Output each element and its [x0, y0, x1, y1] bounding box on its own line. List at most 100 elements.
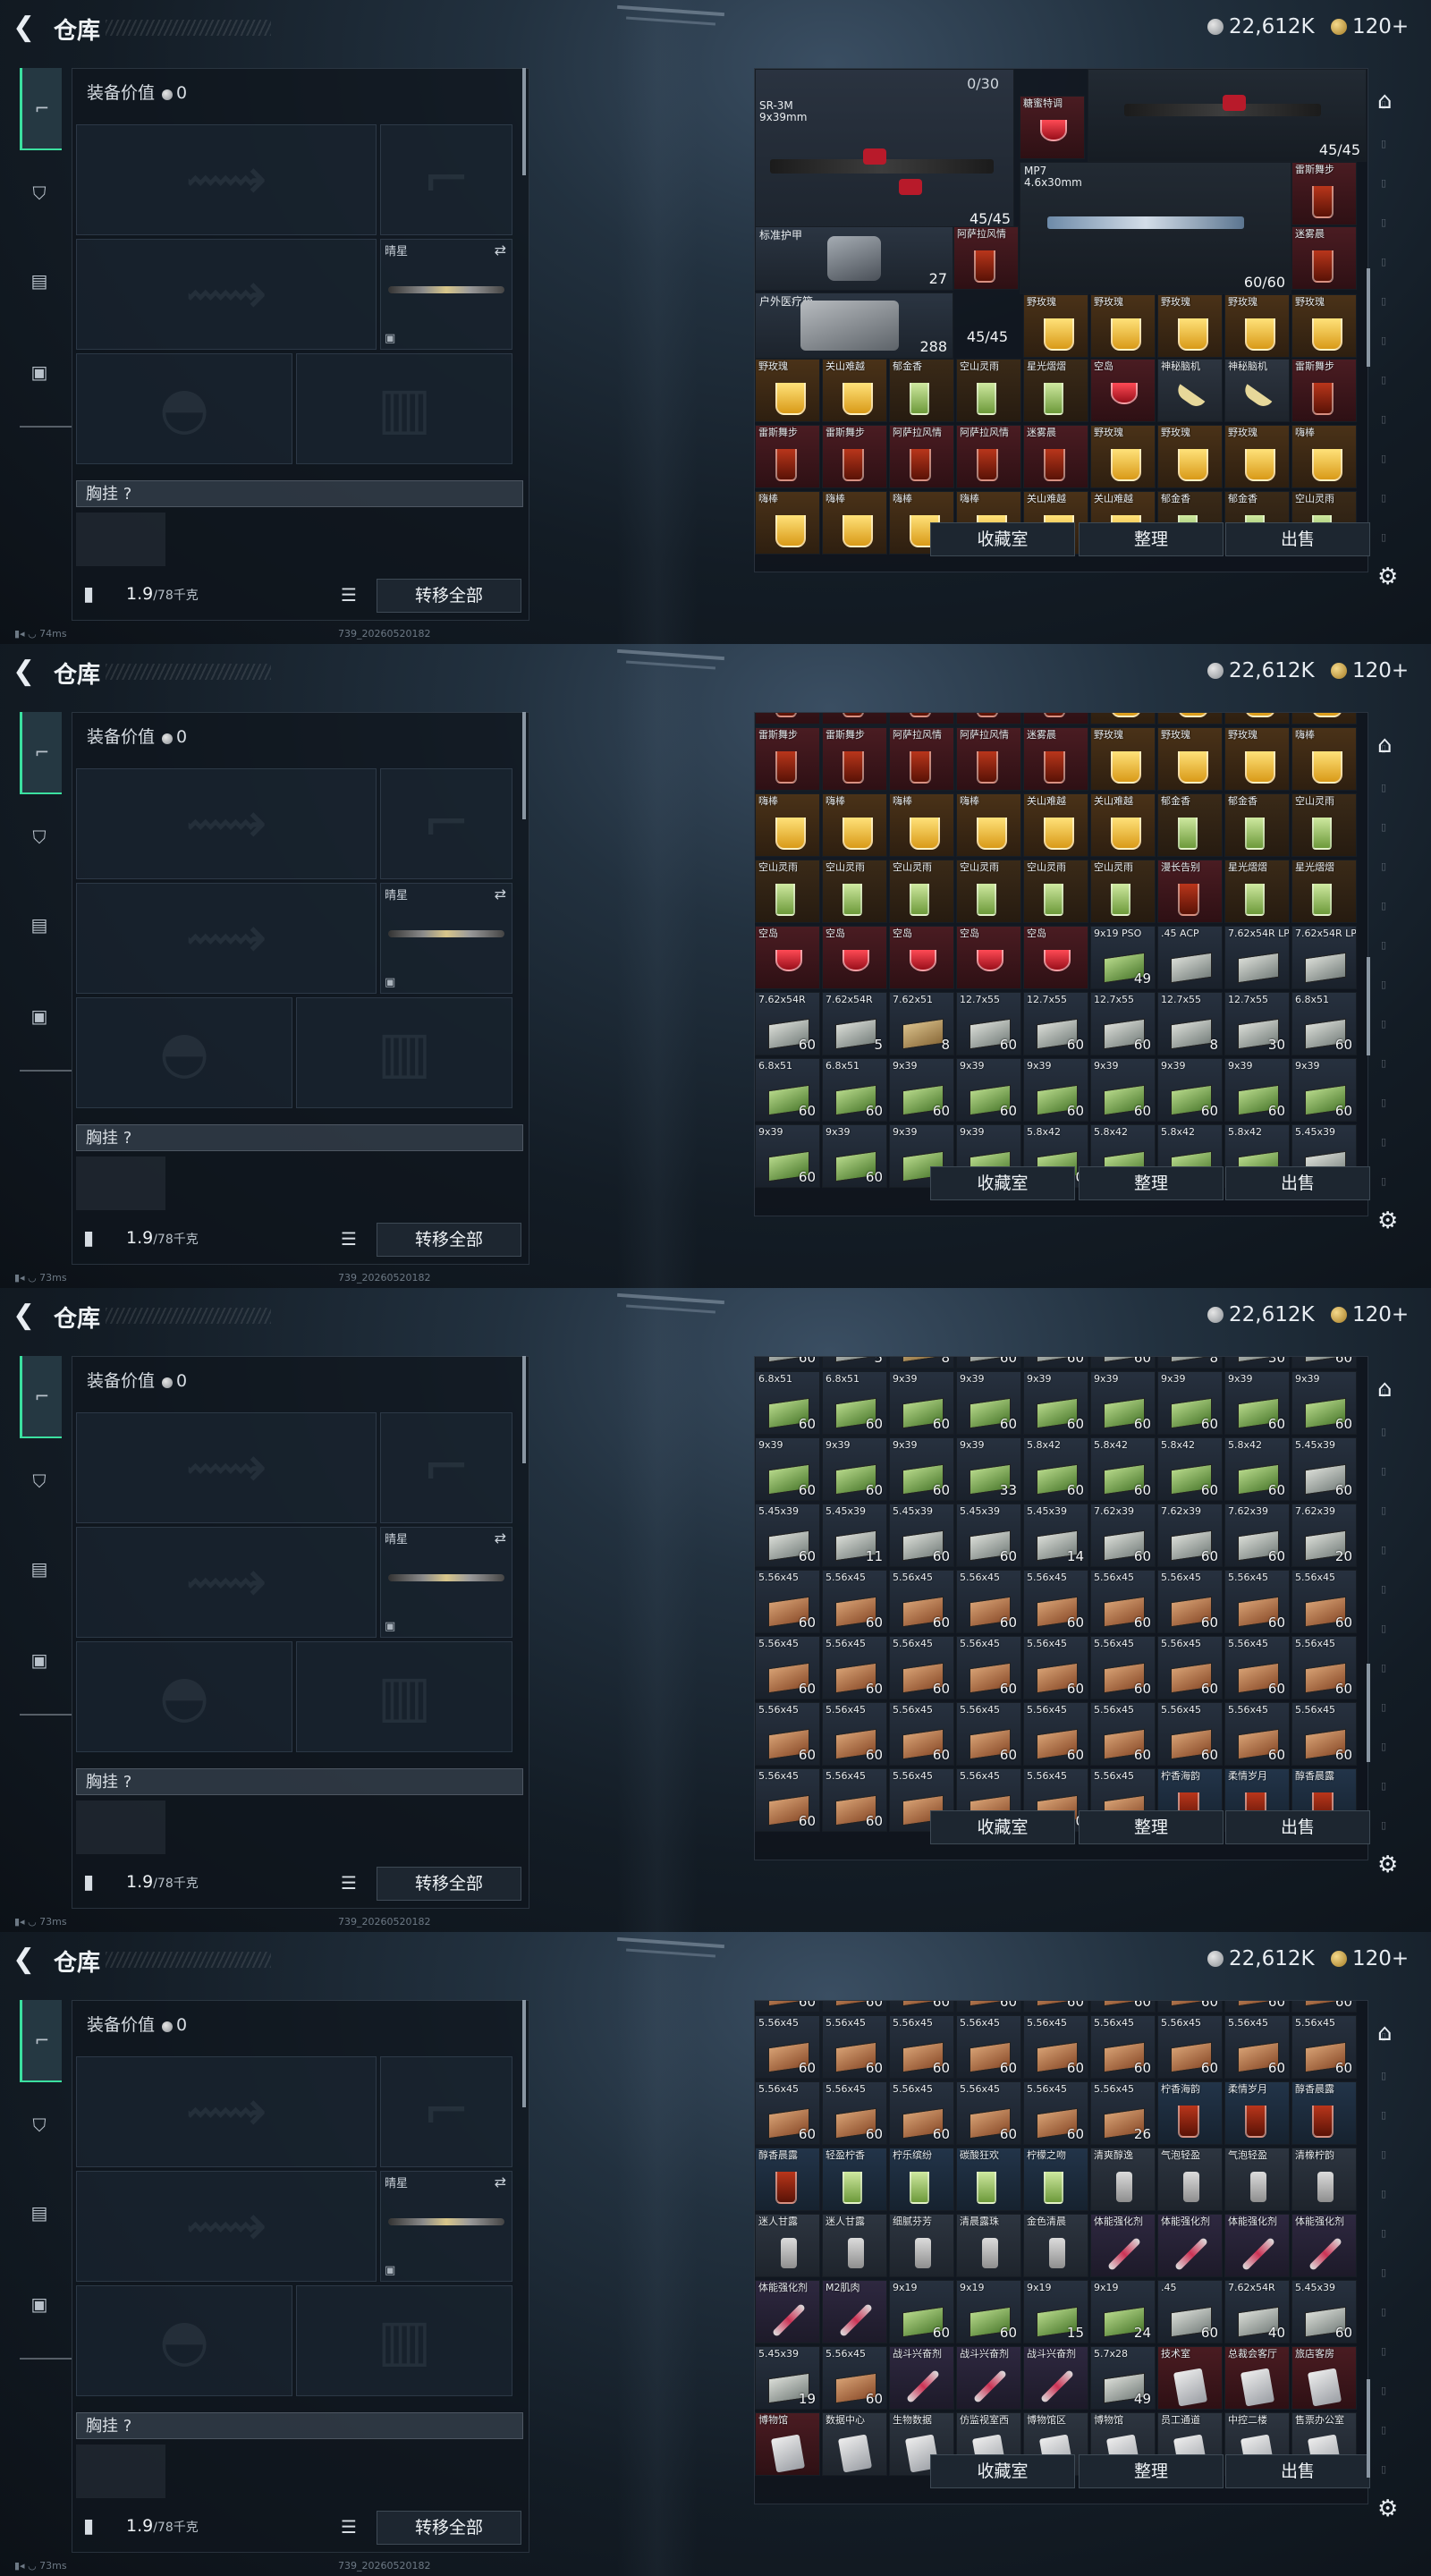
left-scrollbar[interactable] [522, 1356, 526, 1463]
storage-item[interactable]: 7.62x39 20 [1291, 1504, 1357, 1567]
storage-item[interactable]: 体能强化剂 [1224, 2214, 1290, 2277]
storage-item[interactable]: 体能强化剂 [1090, 2214, 1156, 2277]
storage-item[interactable]: 8 [1157, 1357, 1223, 1368]
storage-item[interactable]: 5.56x45 60 [956, 1702, 1021, 1766]
storage-item[interactable] [1291, 713, 1357, 724]
left-scrollbar[interactable] [522, 712, 526, 819]
backpack-icon[interactable]: ▤ [20, 1549, 59, 1589]
storage-item[interactable]: 金色清晨 [1023, 2214, 1088, 2277]
storage-item[interactable]: 神秘脑机 [1157, 359, 1223, 422]
pistol-slot[interactable]: ⌐ [380, 1412, 512, 1523]
storage-item[interactable]: 9x39 33 [956, 1437, 1021, 1501]
storage-item[interactable]: 60 [1291, 1357, 1357, 1368]
storage-item[interactable]: 野玫瑰 [1291, 294, 1357, 358]
storage-item[interactable]: 5.56x45 60 [755, 1570, 820, 1633]
storage-item[interactable]: 7.62x54R LPS [1224, 926, 1290, 989]
storage-item[interactable]: 神秘脑机 [1224, 359, 1290, 422]
storage-item[interactable]: 5.45x39 60 [755, 1504, 820, 1567]
storage-item[interactable]: 阿萨拉风情 [956, 425, 1021, 488]
storage-item[interactable]: 5.56x45 60 [956, 1570, 1021, 1633]
storage-item[interactable]: 野玫瑰 [1224, 425, 1290, 488]
storage-item[interactable]: 5.56x45 60 [956, 2015, 1021, 2079]
storage-item[interactable]: 60 [1090, 2001, 1156, 2012]
storage-item[interactable]: 迷雾晨 [1023, 727, 1088, 791]
storage-item[interactable]: 清爽醇逸 [1090, 2148, 1156, 2211]
storage-item[interactable]: 5 [822, 1357, 887, 1368]
armor-icon[interactable]: ⛉ [20, 1462, 59, 1501]
storage-item[interactable]: 5.56x45 60 [755, 1768, 820, 1832]
secondary-weapon-slot[interactable]: ⟿ [76, 1527, 377, 1638]
storage-item[interactable]: 7.62x39 60 [1224, 1504, 1290, 1567]
storage-item[interactable]: 雷斯舞步 [755, 425, 820, 488]
storage-item[interactable]: 5.56x45 60 [889, 2015, 954, 2079]
storage-item[interactable]: 60 [1090, 1357, 1156, 1368]
storage-item[interactable]: 5.45x39 60 [1291, 1437, 1357, 1501]
storage-item[interactable]: 5.56x45 60 [889, 1570, 954, 1633]
collection-button[interactable]: 收藏室 [930, 2454, 1075, 2488]
chest-rig-header[interactable]: 胸挂 ? [76, 1124, 523, 1151]
storage-item[interactable]: 迷人甘露 [755, 2214, 820, 2277]
swap-icon[interactable]: ⇄ [495, 1530, 506, 1546]
collection-button[interactable]: 收藏室 [930, 522, 1075, 556]
drink-item[interactable]: 糖蜜特调 [1020, 96, 1085, 159]
storage-item[interactable]: 空山灵雨 [1023, 860, 1088, 923]
storage-item[interactable]: 5.56x45 60 [1224, 1702, 1290, 1766]
armor-icon[interactable]: ⛉ [20, 174, 59, 213]
storage-item[interactable]: 嗨棒 [755, 793, 820, 857]
pistol-icon[interactable]: ⌐ [20, 712, 62, 794]
storage-item[interactable]: 5.56x45 60 [1291, 1570, 1357, 1633]
storage-item[interactable]: 嗨棒 [822, 793, 887, 857]
storage-item[interactable]: 9x39 60 [956, 1371, 1021, 1435]
storage-item[interactable]: 空山灵雨 [1291, 793, 1357, 857]
storage-item[interactable]: 9x39 60 [889, 1058, 954, 1122]
transfer-all-button[interactable]: 转移全部 [377, 1223, 521, 1257]
drink-item[interactable]: 雷斯舞步 [1291, 162, 1357, 225]
storage-item[interactable]: 6.8x51 60 [755, 1371, 820, 1435]
storage-item[interactable]: 6.8x51 60 [822, 1371, 887, 1435]
storage-item[interactable] [1023, 713, 1088, 724]
storage-item[interactable] [1224, 713, 1290, 724]
storage-item[interactable]: 5.56x45 60 [755, 2081, 820, 2145]
currency-gold[interactable]: 120+ [1331, 1303, 1409, 1326]
storage-item[interactable] [1090, 713, 1156, 724]
storage-item[interactable]: 12.7x55 60 [1023, 992, 1088, 1055]
storage-item[interactable]: 野玫瑰 [1157, 425, 1223, 488]
collection-button[interactable]: 收藏室 [930, 1166, 1075, 1200]
storage-item[interactable]: 9x39 60 [1291, 1371, 1357, 1435]
storage-item[interactable]: 5.56x45 60 [822, 1570, 887, 1633]
storage-item[interactable]: 阿萨拉风情 [889, 425, 954, 488]
storage-item[interactable]: 细腻芬芳 [889, 2214, 954, 2277]
storage-item[interactable]: 漫长告别 [1157, 860, 1223, 923]
storage-item[interactable]: 5.56x45 60 [1090, 1570, 1156, 1633]
storage-item[interactable]: 9x39 60 [1090, 1371, 1156, 1435]
storage-item[interactable]: 9x39 60 [1157, 1058, 1223, 1122]
storage-item[interactable]: 12.7x55 60 [956, 992, 1021, 1055]
primary-weapon-slot[interactable]: ⟿ [76, 124, 377, 235]
backpack-icon[interactable]: ▤ [20, 905, 59, 945]
lock-icon[interactable]: ▮ [83, 1227, 94, 1250]
storage-item[interactable]: 博物馆 [755, 2412, 820, 2476]
storage-item[interactable]: 空山灵雨 [755, 860, 820, 923]
storage-item[interactable]: 60 [755, 1357, 820, 1368]
left-scrollbar[interactable] [522, 2000, 526, 2107]
storage-item[interactable]: 气泡轻盈 [1224, 2148, 1290, 2211]
storage-item[interactable]: 5.56x45 60 [1291, 1702, 1357, 1766]
storage-item[interactable]: 醇香晨露 [1291, 2081, 1357, 2145]
weapon-mp7[interactable]: MP7 4.6x30mm 60/60 [1020, 162, 1291, 294]
storage-item[interactable]: 空山灵雨 [889, 860, 954, 923]
storage-item[interactable]: 5.56x45 60 [1157, 2015, 1223, 2079]
storage-item[interactable]: 空岛 [1090, 359, 1156, 422]
storage-item[interactable]: 野玫瑰 [1090, 727, 1156, 791]
storage-item[interactable]: 体能强化剂 [755, 2280, 820, 2343]
storage-item[interactable]: 9x39 60 [956, 1058, 1021, 1122]
list-icon[interactable]: ☰ [341, 1872, 357, 1894]
storage-item[interactable]: 8 [889, 1357, 954, 1368]
storage-item[interactable]: 60 [1291, 2001, 1357, 2012]
storage-item[interactable]: 5.56x45 60 [1224, 1636, 1290, 1699]
storage-item[interactable]: 嗨棒 [956, 793, 1021, 857]
storage-item[interactable]: 郁金香 [1157, 793, 1223, 857]
storage-item[interactable]: 5.56x45 60 [822, 1636, 887, 1699]
storage-item[interactable]: 空山灵雨 [1090, 860, 1156, 923]
storage-item[interactable]: 野玫瑰 [1157, 727, 1223, 791]
currency-gold[interactable]: 120+ [1331, 659, 1409, 682]
